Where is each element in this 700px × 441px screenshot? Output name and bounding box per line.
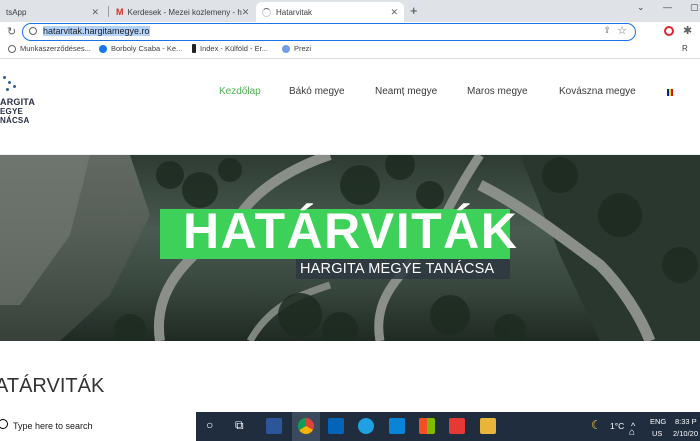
- anydesk-icon[interactable]: [449, 418, 465, 434]
- hero-title: HATÁRVITÁK: [183, 203, 519, 259]
- browser-toolbar: ↻ hatarvitak.hargitamegye.ro ⇪ ☆: [0, 22, 700, 42]
- maximize-icon[interactable]: ▢: [690, 2, 699, 13]
- hero-subtitle: HARGITA MEGYE TANÁCSA: [300, 261, 495, 277]
- logo-text: EGYE: [0, 107, 24, 116]
- opera-icon[interactable]: [664, 26, 674, 36]
- chrome-icon[interactable]: [298, 418, 314, 434]
- chevron-down-icon[interactable]: ⌄: [637, 2, 645, 13]
- bookmark-label: Index - Külföld - Er...: [200, 44, 268, 53]
- tab-label: Kerdesek - Mezei kozlemeny - h: [127, 7, 242, 17]
- bookmark-item[interactable]: Index - Külföld - Er...: [192, 44, 268, 53]
- bookmark-label: Borboly Csaba - Ke...: [111, 44, 183, 53]
- clock-time[interactable]: 8:33 P: [675, 417, 697, 426]
- logo-text: ARGITA: [0, 97, 36, 107]
- windows-taskbar: Type here to search ○ ⧉ ☾ 1°C ^ ⌂ ENG US…: [0, 412, 700, 441]
- search-placeholder: Type here to search: [13, 421, 93, 431]
- nav-item-kezdolap[interactable]: Kezdőlap: [219, 86, 261, 97]
- weather-temperature[interactable]: 1°C: [610, 421, 624, 431]
- bookmarks-bar: Munkaszerződéses... Borboly Csaba - Ke..…: [0, 42, 700, 59]
- close-icon[interactable]: ✕: [390, 7, 398, 18]
- network-icon[interactable]: ⌂: [629, 427, 635, 438]
- tab-strip: tsApp ✕ M Kerdesek - Mezei kozlemeny - h…: [0, 0, 700, 22]
- file-explorer-icon[interactable]: [480, 418, 496, 434]
- site-logo[interactable]: ARGITA EGYE NÁCSA: [0, 74, 50, 134]
- weather-moon-icon[interactable]: ☾: [591, 418, 602, 432]
- task-view-icon[interactable]: ⧉: [235, 418, 244, 433]
- outlook-icon[interactable]: [328, 418, 344, 434]
- bookmark-label: Munkaszerződéses...: [20, 44, 91, 53]
- share-icon[interactable]: ⇪: [603, 25, 611, 36]
- hero-banner: HATÁRVITÁK HARGITA MEGYE TANÁCSA: [0, 155, 700, 341]
- nav-item-kovaszna[interactable]: Kovászna megye: [559, 86, 636, 97]
- romania-flag-icon[interactable]: [667, 89, 673, 96]
- bookmark-item[interactable]: Munkaszerződéses...: [8, 44, 91, 53]
- new-tab-button[interactable]: +: [410, 3, 418, 18]
- nav-item-maros[interactable]: Maros megye: [467, 86, 528, 97]
- bookmark-item[interactable]: Borboly Csaba - Ke...: [99, 44, 182, 53]
- globe-icon: [8, 44, 16, 53]
- loading-spinner-icon: [262, 7, 271, 17]
- tab-label: tsApp: [6, 7, 27, 17]
- tab-kerdesek[interactable]: M Kerdesek - Mezei kozlemeny - h ✕: [110, 2, 253, 22]
- tab-label: Hatarvitak: [276, 7, 313, 17]
- minimize-icon[interactable]: —: [663, 2, 672, 12]
- address-bar[interactable]: hatarvitak.hargitamegye.ro ⇪ ☆: [22, 23, 636, 41]
- reload-icon[interactable]: ↻: [7, 25, 16, 38]
- site-info-icon[interactable]: [29, 27, 37, 35]
- tab-whatsapp[interactable]: tsApp ✕: [0, 2, 105, 22]
- close-icon[interactable]: ✕: [91, 7, 99, 18]
- bookmark-item[interactable]: Prezi: [282, 44, 311, 53]
- bookmark-label: Prezi: [294, 44, 312, 53]
- clock-date[interactable]: 2/10/20: [673, 429, 698, 438]
- prezi-icon: [282, 44, 290, 53]
- tab-hatarvitak[interactable]: Hatarvitak ✕: [256, 2, 404, 22]
- page-title: ATÁRVITÁK: [0, 375, 105, 397]
- extensions-icon[interactable]: ✱: [683, 24, 692, 37]
- nav-item-bako[interactable]: Bákó megye: [289, 86, 345, 97]
- store-icon[interactable]: [419, 418, 435, 434]
- edge-icon[interactable]: [358, 418, 374, 434]
- gmail-icon: M: [116, 7, 124, 17]
- mail-icon[interactable]: [389, 418, 405, 434]
- index-icon: [192, 44, 196, 53]
- star-icon[interactable]: ☆: [617, 24, 627, 37]
- url-text[interactable]: hatarvitak.hargitamegye.ro: [43, 26, 150, 36]
- cortana-icon[interactable]: ○: [206, 418, 213, 432]
- reading-list-button[interactable]: R: [682, 44, 688, 53]
- nav-item-neamt[interactable]: Neamț megye: [375, 86, 437, 97]
- word-icon[interactable]: [266, 418, 282, 434]
- facebook-icon: [99, 44, 107, 53]
- search-icon: [0, 419, 8, 429]
- close-icon[interactable]: ✕: [242, 7, 250, 18]
- logo-text: NÁCSA: [0, 116, 30, 125]
- language-indicator[interactable]: ENG: [650, 417, 666, 426]
- site-header: ARGITA EGYE NÁCSA Kezdőlap Bákó megye Ne…: [0, 59, 700, 155]
- keyboard-layout[interactable]: US: [652, 429, 662, 438]
- taskbar-search-box[interactable]: Type here to search: [0, 412, 196, 441]
